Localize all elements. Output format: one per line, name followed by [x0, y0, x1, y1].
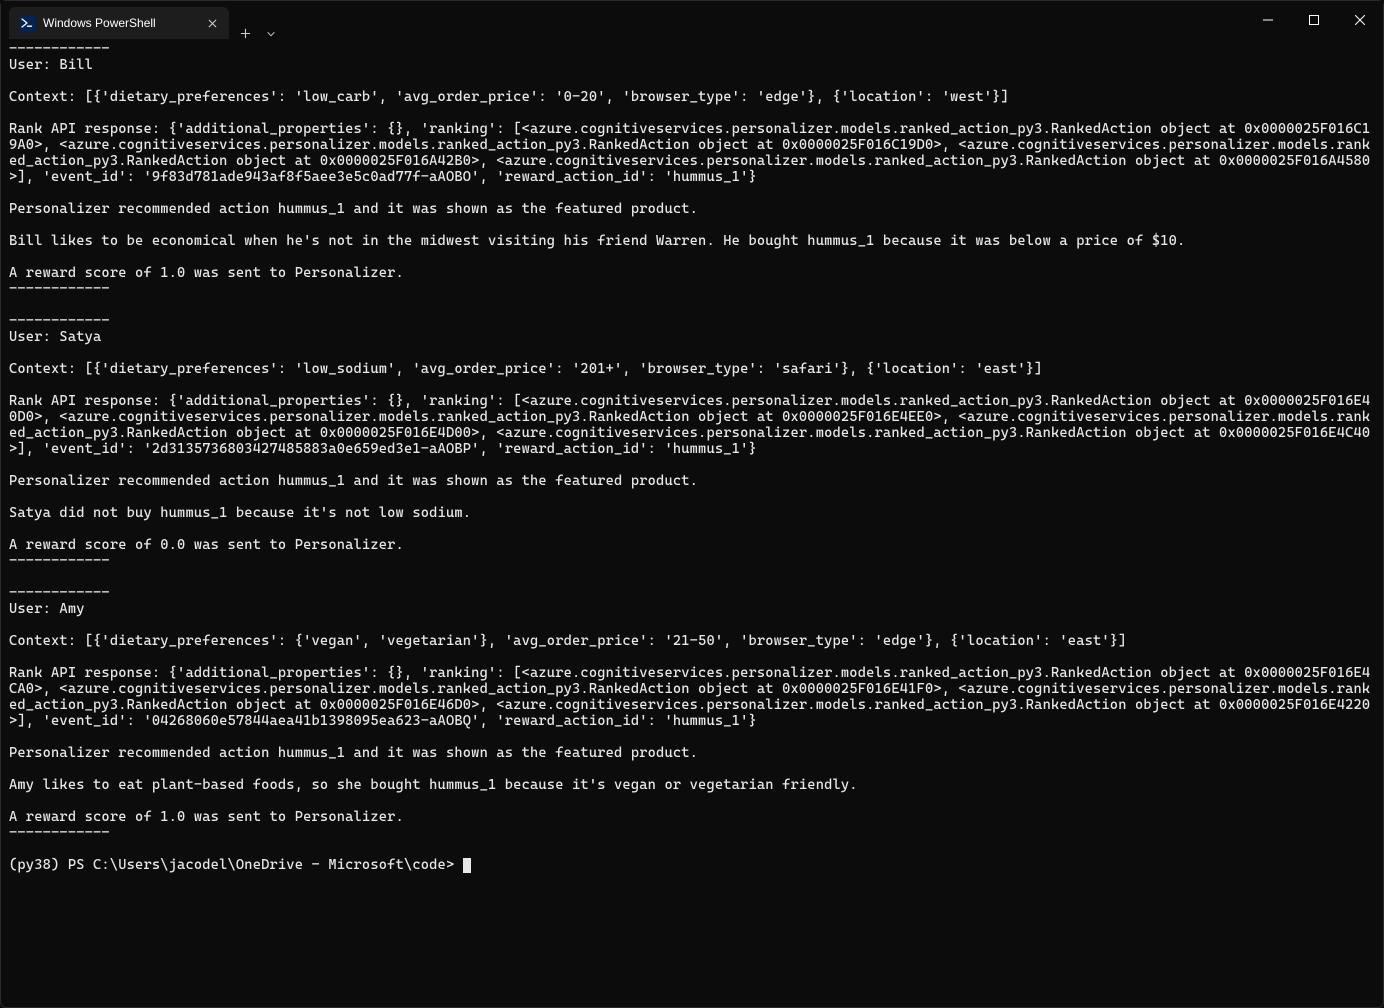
- output-line: Personalizer recommended action hummus_1…: [9, 745, 698, 761]
- output-line: ------------: [9, 313, 110, 329]
- output-line: Context: [{'dietary_preferences': {'vega…: [9, 633, 1127, 649]
- output-line: ------------: [9, 553, 110, 569]
- terminal-window: Windows PowerShell ----: [0, 0, 1384, 1008]
- window-controls: [1245, 1, 1383, 39]
- powershell-icon: [19, 15, 35, 31]
- output-line: Rank API response: {'additional_properti…: [9, 393, 1370, 457]
- output-line: User: Amy: [9, 601, 85, 617]
- terminal-output[interactable]: ------------ User: Bill Context: [{'diet…: [1, 39, 1383, 1007]
- output-line: Context: [{'dietary_preferences': 'low_c…: [9, 89, 1009, 105]
- output-line: A reward score of 1.0 was sent to Person…: [9, 265, 404, 281]
- prompt-line: (py38) PS C:\Users\jacodel\OneDrive - Mi…: [9, 857, 463, 873]
- active-tab[interactable]: Windows PowerShell: [9, 7, 229, 39]
- output-line: Personalizer recommended action hummus_1…: [9, 201, 698, 217]
- output-line: Context: [{'dietary_preferences': 'low_s…: [9, 361, 1043, 377]
- new-tab-button[interactable]: [231, 28, 259, 39]
- titlebar: Windows PowerShell: [1, 1, 1383, 39]
- titlebar-drag-region[interactable]: [283, 1, 1245, 39]
- maximize-button[interactable]: [1291, 1, 1337, 39]
- output-line: Rank API response: {'additional_properti…: [9, 121, 1370, 185]
- tab-area: Windows PowerShell: [1, 1, 283, 39]
- output-line: A reward score of 0.0 was sent to Person…: [9, 537, 404, 553]
- output-line: Rank API response: {'additional_properti…: [9, 665, 1370, 729]
- tab-title: Windows PowerShell: [43, 16, 195, 30]
- minimize-button[interactable]: [1245, 1, 1291, 39]
- output-line: Satya did not buy hummus_1 because it's …: [9, 505, 471, 521]
- output-line: Personalizer recommended action hummus_1…: [9, 473, 698, 489]
- output-line: ------------: [9, 41, 110, 57]
- output-line: ------------: [9, 585, 110, 601]
- output-line: Amy likes to eat plant-based foods, so s…: [9, 777, 858, 793]
- output-line: A reward score of 1.0 was sent to Person…: [9, 809, 404, 825]
- cursor: [463, 858, 471, 873]
- output-line: Bill likes to be economical when he's no…: [9, 233, 1185, 249]
- output-line: ------------: [9, 281, 110, 297]
- output-line: ------------: [9, 825, 110, 841]
- output-line: User: Satya: [9, 329, 101, 345]
- tab-close-button[interactable]: [203, 14, 221, 32]
- close-button[interactable]: [1337, 1, 1383, 39]
- tab-dropdown-button[interactable]: [259, 29, 283, 39]
- output-line: User: Bill: [9, 57, 93, 73]
